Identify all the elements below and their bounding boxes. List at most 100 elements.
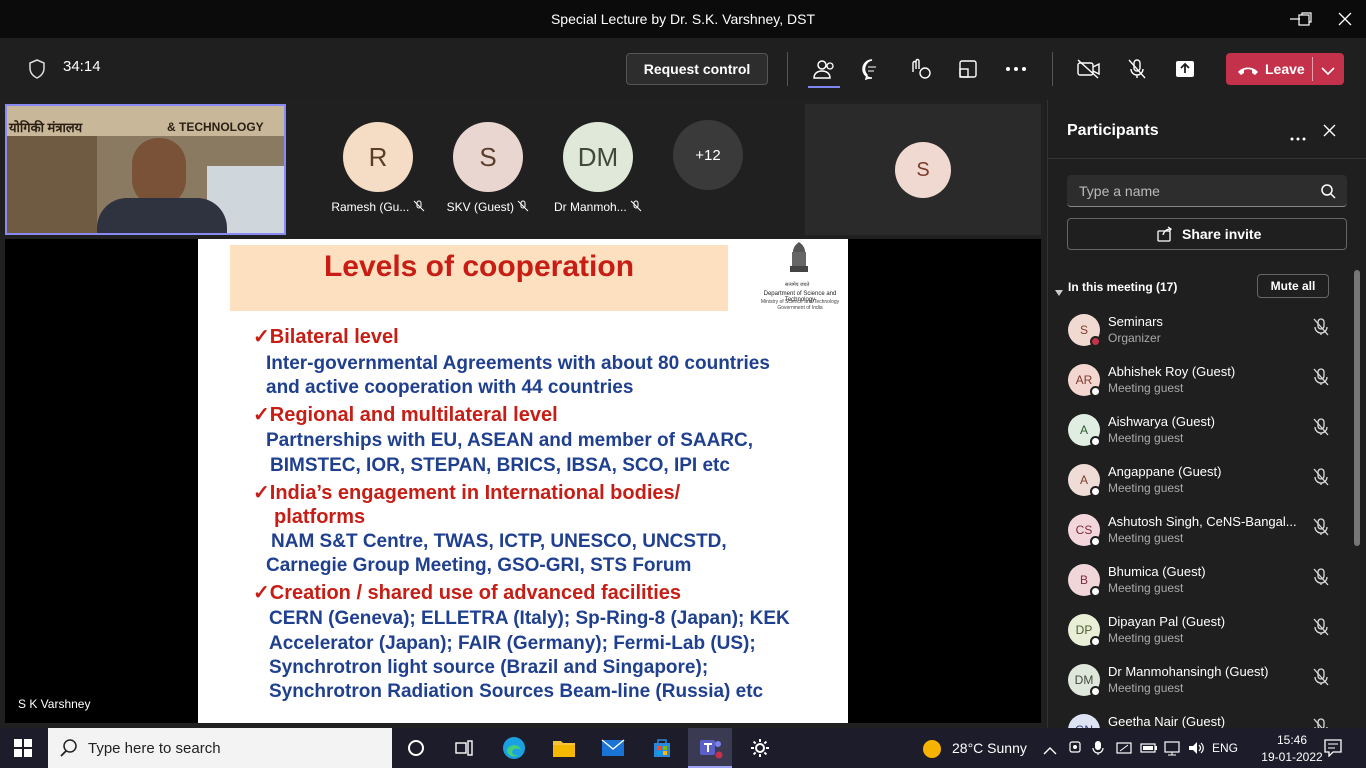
participant-name: Angappane (Guest) — [1108, 464, 1222, 479]
mic-off-icon — [1313, 568, 1329, 586]
participant-row[interactable]: CS Ashutosh Singh, CeNS-Bangal... Meeting … — [1060, 514, 1350, 564]
slide-text: Accelerator (Japan); FAIR (Germany); Fer… — [269, 633, 756, 654]
share-screen-icon[interactable] — [1171, 56, 1199, 82]
avatar: S — [895, 142, 951, 198]
close-window-button[interactable] — [1322, 0, 1366, 38]
settings-gear-icon[interactable] — [742, 733, 778, 763]
slide-heading: ✓Regional and multilateral level — [253, 404, 558, 426]
participant-name: Bhumica (Guest) — [1108, 564, 1206, 579]
network-tray-icon[interactable] — [1115, 740, 1133, 761]
file-explorer-icon[interactable] — [546, 733, 582, 763]
slide-text: Carnegie Group Meeting, GSO-GRI, STS For… — [266, 555, 692, 576]
participant-role: Meeting guest — [1108, 531, 1184, 545]
mail-icon[interactable] — [595, 733, 631, 763]
emblem-icon — [786, 240, 812, 285]
status-dot — [1090, 536, 1101, 547]
cortana-icon[interactable] — [398, 733, 434, 763]
search-icon[interactable] — [1321, 184, 1336, 204]
clock-date[interactable]: 19-01-2022 — [1260, 750, 1324, 764]
collapse-icon[interactable] — [1055, 283, 1063, 301]
mic-off-icon — [630, 200, 642, 212]
in-meeting-header[interactable]: In this meeting (17) — [1068, 280, 1177, 294]
participant-tile[interactable]: S SKV (Guest) — [433, 122, 543, 214]
toolbar-divider — [787, 52, 788, 86]
presenter-name-label: S K Varshney — [18, 697, 91, 711]
weather-widget[interactable]: 28°C Sunny — [952, 740, 1027, 756]
participant-name: Ramesh (Gu... — [323, 200, 433, 214]
volume-tray-icon[interactable] — [1187, 740, 1205, 761]
chevron-down-icon[interactable] — [1321, 63, 1335, 81]
presenter-video: योगिकी मंत्रालय & TECHNOLOGY — [5, 104, 286, 235]
edge-browser-icon[interactable] — [496, 733, 532, 763]
slide-text: NAM S&T Centre, TWAS, ICTP, UNESCO, UNCS… — [271, 531, 727, 552]
slide-heading: ✓Creation / shared use of advanced facil… — [253, 582, 682, 604]
rooms-icon[interactable] — [954, 56, 982, 82]
mic-off-icon — [1313, 318, 1329, 336]
request-control-button[interactable]: Request control — [626, 53, 768, 85]
participant-row[interactable]: DP Dipayan Pal (Guest) Meeting guest — [1060, 614, 1350, 664]
status-dot — [1090, 386, 1101, 397]
logo-government-text: Government of India — [777, 305, 823, 311]
slide-text: Synchrotron Radiation Sources Beam-line … — [269, 681, 764, 702]
mic-off-icon — [1313, 668, 1329, 686]
participant-role: Meeting guest — [1108, 431, 1184, 445]
participant-row[interactable]: A Angappane (Guest) Meeting guest — [1060, 464, 1350, 514]
participant-role: Meeting guest — [1108, 581, 1184, 595]
participant-role: Meeting guest — [1108, 381, 1184, 395]
participant-row[interactable]: A Aishwarya (Guest) Meeting guest — [1060, 414, 1350, 464]
taskbar-search-placeholder: Type here to search — [88, 740, 221, 757]
participant-row[interactable]: DM Dr Manmohansingh (Guest) Meeting guest — [1060, 664, 1350, 714]
mic-off-icon — [1313, 368, 1329, 386]
wifi-tray-icon[interactable] — [1163, 740, 1181, 761]
active-tab-indicator — [808, 86, 840, 88]
panel-title: Participants — [1067, 122, 1159, 139]
window-title: Special Lecture by Dr. S.K. Varshney, DS… — [550, 11, 816, 27]
status-dot — [1090, 436, 1101, 447]
shield-icon — [28, 59, 46, 84]
teams-icon[interactable] — [692, 733, 728, 763]
mute-all-button[interactable]: Mute all — [1257, 274, 1329, 298]
phone-hangup-icon — [1237, 63, 1259, 81]
chat-icon[interactable] — [858, 56, 886, 82]
share-icon — [1157, 226, 1173, 247]
participants-icon[interactable] — [810, 56, 838, 82]
mic-off-icon — [1313, 468, 1329, 486]
windows-start-icon[interactable] — [14, 739, 32, 762]
participant-tile[interactable]: R Ramesh (Gu... — [323, 122, 433, 214]
mic-off-icon — [517, 200, 529, 212]
more-options-icon[interactable] — [1002, 56, 1030, 82]
sun-icon — [922, 739, 942, 764]
status-dot — [1090, 336, 1101, 347]
store-icon[interactable] — [644, 733, 680, 763]
clock-time[interactable]: 15:46 — [1260, 733, 1324, 747]
slide-text: Synchrotron light source (Brazil and Sin… — [269, 657, 709, 678]
camera-off-icon[interactable] — [1075, 56, 1103, 82]
reactions-icon[interactable] — [906, 56, 934, 82]
participant-row[interactable]: S Seminars Organizer — [1060, 314, 1350, 364]
meeting-timer: 34:14 — [63, 58, 101, 75]
chevron-up-icon[interactable] — [1043, 743, 1057, 761]
slide-text: CERN (Geneva); ELLETRA (Italy); Sp-Ring-… — [269, 608, 790, 629]
slide-text: and active cooperation with 44 countries — [266, 377, 634, 398]
more-options-icon[interactable] — [1290, 128, 1306, 146]
camera-tray-icon[interactable] — [1068, 740, 1082, 761]
video-sign-text: योगिकी मंत्रालय — [9, 120, 83, 135]
participant-tile[interactable]: DM Dr Manmoh... — [543, 122, 653, 214]
mic-off-icon[interactable] — [1123, 56, 1151, 82]
more-participants-button[interactable]: +12 — [673, 120, 743, 190]
microphone-tray-icon[interactable] — [1092, 740, 1104, 761]
mic-off-icon — [1313, 418, 1329, 436]
participant-row[interactable]: B Bhumica (Guest) Meeting guest — [1060, 564, 1350, 614]
task-view-icon[interactable] — [446, 733, 482, 763]
mic-off-icon — [1313, 618, 1329, 636]
notifications-icon[interactable] — [1324, 739, 1342, 762]
participant-name: Geetha Nair (Guest) — [1108, 714, 1226, 729]
close-icon[interactable] — [1323, 124, 1336, 142]
language-indicator[interactable]: ENG — [1212, 741, 1238, 755]
participant-role: Organizer — [1108, 331, 1161, 345]
battery-tray-icon[interactable] — [1140, 741, 1158, 760]
search-placeholder: Type a name — [1079, 183, 1160, 199]
participant-name: Seminars — [1108, 314, 1163, 329]
panel-scrollbar[interactable] — [1354, 270, 1360, 546]
participant-row[interactable]: AR Abhishek Roy (Guest) Meeting guest — [1060, 364, 1350, 414]
